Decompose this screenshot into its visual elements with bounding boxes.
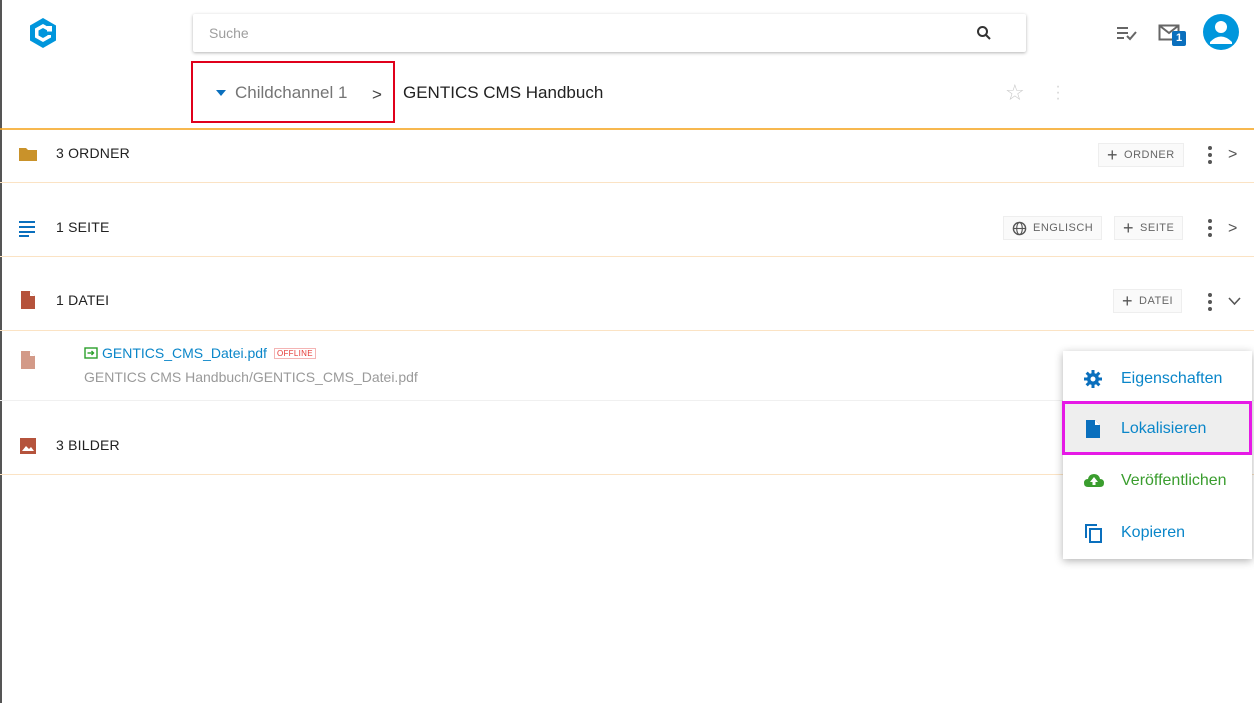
plus-icon: + (1122, 291, 1134, 311)
files-menu-icon[interactable] (1207, 293, 1213, 311)
breadcrumb-channel[interactable]: Childchannel 1 (235, 83, 347, 103)
folders-section: 3 ORDNER + ORDNER > (0, 130, 1254, 183)
file-path: GENTICS CMS Handbuch/GENTICS_CMS_Datei.p… (84, 369, 418, 385)
task-list-icon[interactable] (1116, 24, 1138, 42)
images-label[interactable]: 3 BILDER (56, 437, 120, 453)
file-icon (21, 291, 35, 309)
language-label: ENGLISCH (1033, 222, 1094, 234)
globe-icon (1012, 221, 1027, 235)
chevron-down-icon[interactable] (1228, 297, 1241, 306)
star-icon[interactable]: ☆ (1005, 82, 1025, 104)
language-button[interactable]: ENGLISCH (1003, 216, 1103, 240)
image-icon (20, 438, 36, 454)
files-label[interactable]: 1 DATEI (56, 292, 109, 308)
file-icon (21, 351, 35, 369)
inherited-icon (84, 347, 98, 359)
user-avatar[interactable] (1203, 14, 1239, 50)
pages-label[interactable]: 1 SEITE (56, 219, 110, 235)
copy-icon (1085, 524, 1102, 543)
add-file-button[interactable]: + DATEI (1113, 289, 1183, 313)
folder-icon (19, 148, 37, 161)
menu-label: Veröffentlichen (1121, 472, 1227, 489)
add-page-button[interactable]: + SEITE (1114, 216, 1184, 240)
breadcrumb-title[interactable]: GENTICS CMS Handbuch (403, 83, 603, 103)
search-icon[interactable] (976, 25, 992, 41)
add-file-label: DATEI (1139, 295, 1174, 307)
caret-down-icon[interactable] (216, 90, 226, 96)
menu-item-publish[interactable]: Veröffentlichen (1063, 455, 1252, 507)
search-bar[interactable]: Suche (193, 14, 1026, 52)
menu-item-copy[interactable]: Kopieren (1063, 507, 1252, 559)
chevron-right-icon[interactable]: > (1228, 220, 1237, 238)
file-link[interactable]: GENTICS_CMS_Datei.pdf OFFLINE (84, 345, 316, 361)
gear-icon (1084, 370, 1102, 388)
pages-section: 1 SEITE ENGLISCH + SEITE > (0, 183, 1254, 257)
files-section: 1 DATEI + DATEI (0, 257, 1254, 331)
search-placeholder: Suche (209, 25, 249, 41)
folders-menu-icon[interactable] (1207, 146, 1213, 164)
messages-button[interactable]: 1 (1158, 20, 1190, 50)
add-folder-label: ORDNER (1124, 149, 1175, 161)
chevron-right-icon: > (372, 85, 382, 104)
gentics-logo-icon[interactable] (26, 16, 60, 50)
context-menu: Eigenschaften Lokalisieren Veröffentlich… (1063, 351, 1252, 559)
plus-icon: + (1107, 145, 1119, 165)
pages-menu-icon[interactable] (1207, 219, 1213, 237)
page-lines-icon (19, 221, 35, 237)
menu-item-properties[interactable]: Eigenschaften (1063, 353, 1252, 405)
file-name[interactable]: GENTICS_CMS_Datei.pdf (102, 345, 267, 361)
cloud-upload-icon (1084, 474, 1104, 487)
menu-label: Kopieren (1121, 524, 1186, 541)
more-options-icon[interactable]: · · · (1055, 79, 1061, 107)
folders-label[interactable]: 3 ORDNER (56, 145, 130, 161)
localize-highlight (1062, 401, 1252, 455)
menu-label: Eigenschaften (1121, 370, 1223, 387)
user-icon (1210, 21, 1232, 44)
add-folder-button[interactable]: + ORDNER (1098, 143, 1184, 167)
status-badge: OFFLINE (273, 347, 316, 359)
chevron-right-icon[interactable]: > (1228, 146, 1237, 164)
notification-badge: 1 (1172, 31, 1186, 46)
add-page-label: SEITE (1140, 222, 1175, 234)
plus-icon: + (1123, 218, 1135, 238)
